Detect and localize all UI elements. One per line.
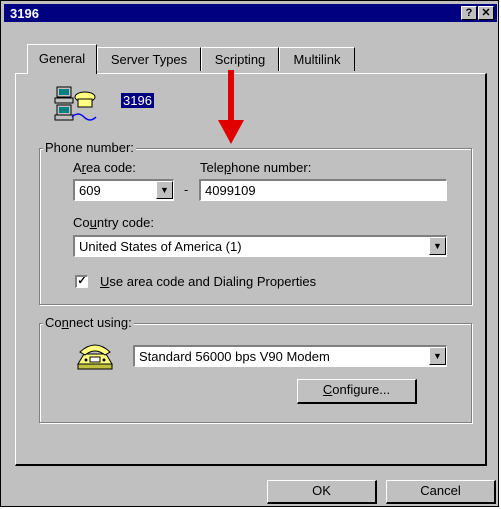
- connect-using-group-label: Connect using:: [43, 315, 134, 330]
- dialog-window: 3196 ? ✕ General Server Types Scripting …: [0, 0, 499, 507]
- area-code-dropdown-button[interactable]: ▼: [156, 181, 173, 199]
- area-code-value: 609: [79, 183, 101, 198]
- area-code-combo[interactable]: 609 ▼: [73, 179, 174, 201]
- area-code-label: Area code:: [73, 160, 136, 175]
- modem-value: Standard 56000 bps V90 Modem: [139, 349, 330, 364]
- tab-scripting[interactable]: Scripting: [201, 47, 279, 71]
- telephone-number-input[interactable]: 4099109: [199, 179, 447, 201]
- tab-server-types[interactable]: Server Types: [97, 47, 201, 71]
- tab-general-label: General: [38, 51, 86, 66]
- tab-multilink-label: Multilink: [293, 52, 341, 67]
- modem-dropdown-button[interactable]: ▼: [429, 347, 446, 365]
- close-button[interactable]: ✕: [478, 6, 494, 20]
- title-bar[interactable]: 3196 ? ✕: [4, 4, 497, 22]
- country-code-combo[interactable]: United States of America (1) ▼: [73, 235, 447, 257]
- chevron-down-icon: ▼: [433, 351, 442, 361]
- use-area-code-checkbox[interactable]: ✓: [75, 275, 88, 288]
- tab-server-types-label: Server Types: [110, 52, 188, 67]
- telephone-modem-icon: [74, 336, 116, 372]
- chevron-down-icon: ▼: [160, 185, 169, 195]
- phone-separator: -: [184, 182, 189, 197]
- telephone-number-label: Telephone number:: [200, 160, 312, 175]
- help-button[interactable]: ?: [461, 6, 477, 20]
- connection-name[interactable]: 3196: [121, 93, 154, 108]
- close-icon: ✕: [481, 7, 491, 19]
- checkmark-icon: ✓: [77, 275, 87, 287]
- annotation-arrow: [216, 70, 246, 150]
- cancel-button[interactable]: Cancel: [386, 480, 496, 504]
- use-area-code-label[interactable]: Use area code and Dialing Properties: [100, 274, 316, 289]
- country-code-value: United States of America (1): [79, 239, 242, 254]
- chevron-down-icon: ▼: [433, 241, 442, 251]
- window-title: 3196: [10, 6, 39, 21]
- phone-number-group-label: Phone number:: [43, 140, 136, 155]
- modem-select[interactable]: Standard 56000 bps V90 Modem ▼: [133, 345, 447, 367]
- country-code-dropdown-button[interactable]: ▼: [429, 237, 446, 255]
- tab-panel-general: 3196 Phone number: Area code: Telephone …: [15, 73, 487, 466]
- telephone-number-value: 4099109: [205, 183, 256, 198]
- tab-general[interactable]: General: [27, 44, 97, 74]
- tab-scripting-label: Scripting: [214, 52, 266, 67]
- configure-button[interactable]: Configure...: [297, 379, 417, 404]
- ok-button[interactable]: OK: [267, 480, 377, 504]
- country-code-label: Country code:: [73, 215, 154, 230]
- tab-multilink[interactable]: Multilink: [279, 47, 355, 71]
- dial-up-computer-icon: [54, 85, 98, 121]
